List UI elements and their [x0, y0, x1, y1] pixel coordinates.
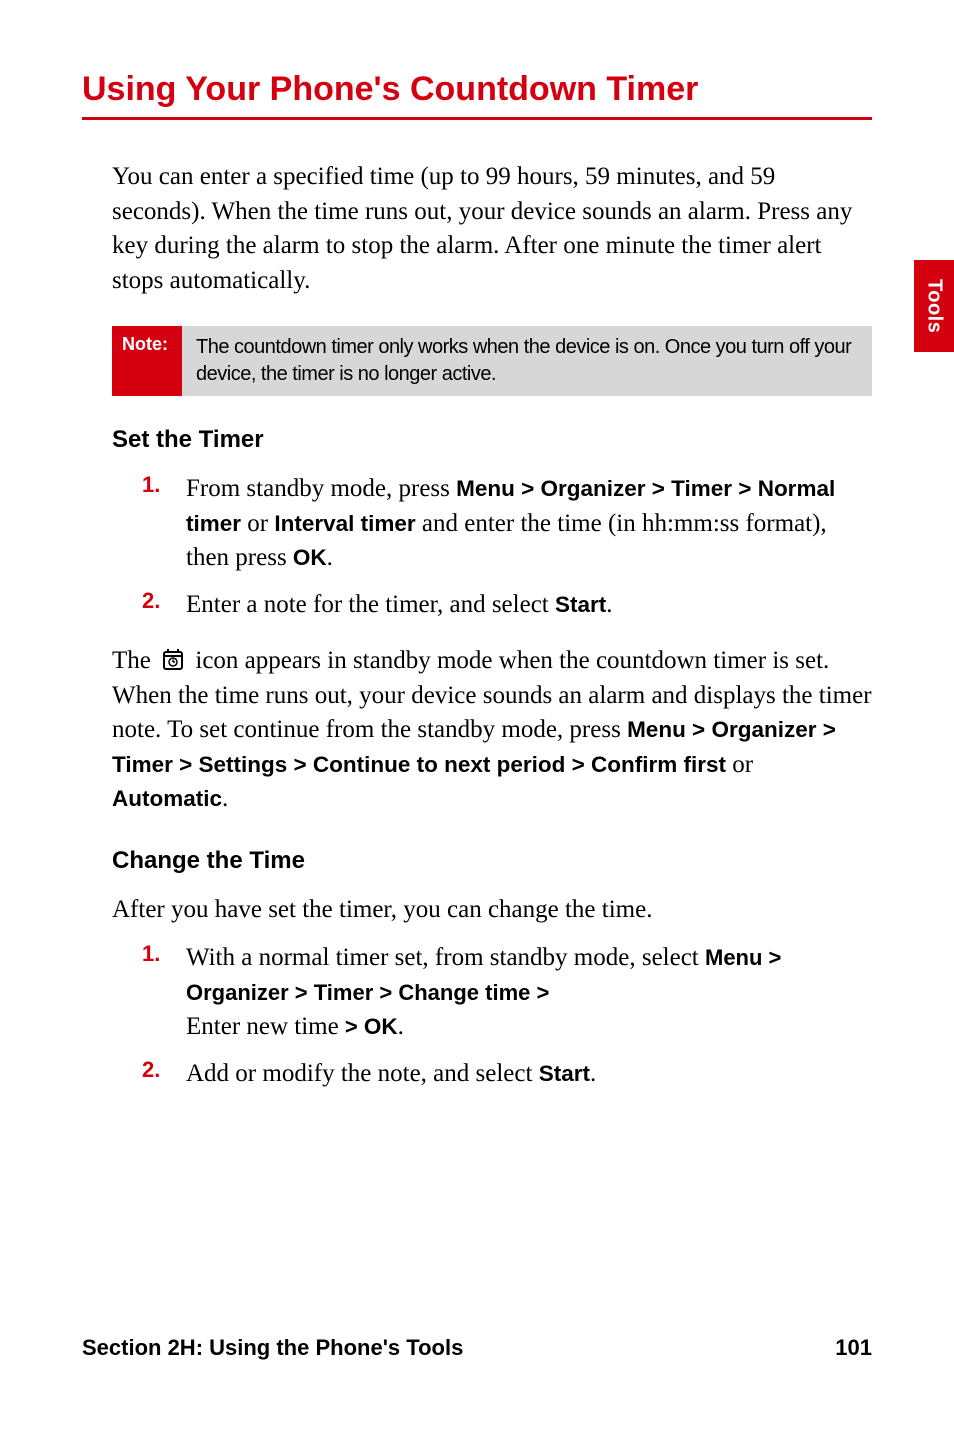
page-content: Using Your Phone's Countdown Timer You c…	[0, 0, 954, 1091]
step-number: 2.	[142, 588, 186, 623]
text: .	[222, 785, 228, 812]
set-timer-step-1: 1. From standby mode, press Menu > Organ…	[112, 472, 872, 576]
automatic-label: Automatic	[112, 786, 222, 811]
step-text: With a normal timer set, from standby mo…	[186, 941, 872, 1045]
change-time-step-1: 1. With a normal timer set, from standby…	[112, 941, 872, 1045]
footer-section: Section 2H: Using the Phone's Tools	[82, 1335, 463, 1361]
set-timer-step-2: 2. Enter a note for the timer, and selec…	[112, 588, 872, 623]
text: .	[590, 1060, 596, 1087]
text: or	[726, 751, 753, 778]
page-title: Using Your Phone's Countdown Timer	[82, 70, 872, 109]
text: or	[241, 510, 274, 537]
menu-path: Interval timer	[274, 511, 415, 536]
separator: >	[339, 1014, 364, 1039]
note-box: Note: The countdown timer only works whe…	[112, 326, 872, 396]
note-text: The countdown timer only works when the …	[182, 326, 872, 396]
step-text: From standby mode, press Menu > Organize…	[186, 472, 872, 576]
change-time-heading: Change the Time	[112, 847, 872, 875]
text: From standby mode, press	[186, 475, 456, 502]
step-text: Enter a note for the timer, and select S…	[186, 588, 872, 623]
text: .	[327, 544, 333, 571]
step-number: 1.	[142, 472, 186, 576]
title-underline	[82, 117, 872, 120]
ok-label: OK	[364, 1014, 398, 1039]
intro-paragraph: You can enter a specified time (up to 99…	[112, 160, 872, 298]
note-label: Note:	[112, 326, 182, 396]
text: .	[606, 591, 612, 618]
text: The	[112, 647, 157, 674]
text: Enter a note for the timer, and select	[186, 591, 555, 618]
change-time-step-2: 2. Add or modify the note, and select St…	[112, 1057, 872, 1092]
timer-explanation: The icon appears in standby mode when th…	[112, 644, 872, 817]
start-label: Start	[555, 592, 606, 617]
start-label: Start	[539, 1061, 590, 1086]
ok-label: OK	[293, 545, 327, 570]
step-number: 2.	[142, 1057, 186, 1092]
text: .	[398, 1013, 404, 1040]
text: Enter new time	[186, 1013, 339, 1040]
step-text: Add or modify the note, and select Start…	[186, 1057, 872, 1092]
page-number: 101	[835, 1335, 872, 1361]
change-time-intro: After you have set the timer, you can ch…	[112, 893, 872, 928]
step-number: 1.	[142, 941, 186, 1045]
text: Add or modify the note, and select	[186, 1060, 539, 1087]
text: With a normal timer set, from standby mo…	[186, 944, 705, 971]
page-footer: Section 2H: Using the Phone's Tools 101	[82, 1335, 872, 1361]
set-timer-heading: Set the Timer	[112, 426, 872, 454]
timer-icon	[161, 647, 185, 671]
